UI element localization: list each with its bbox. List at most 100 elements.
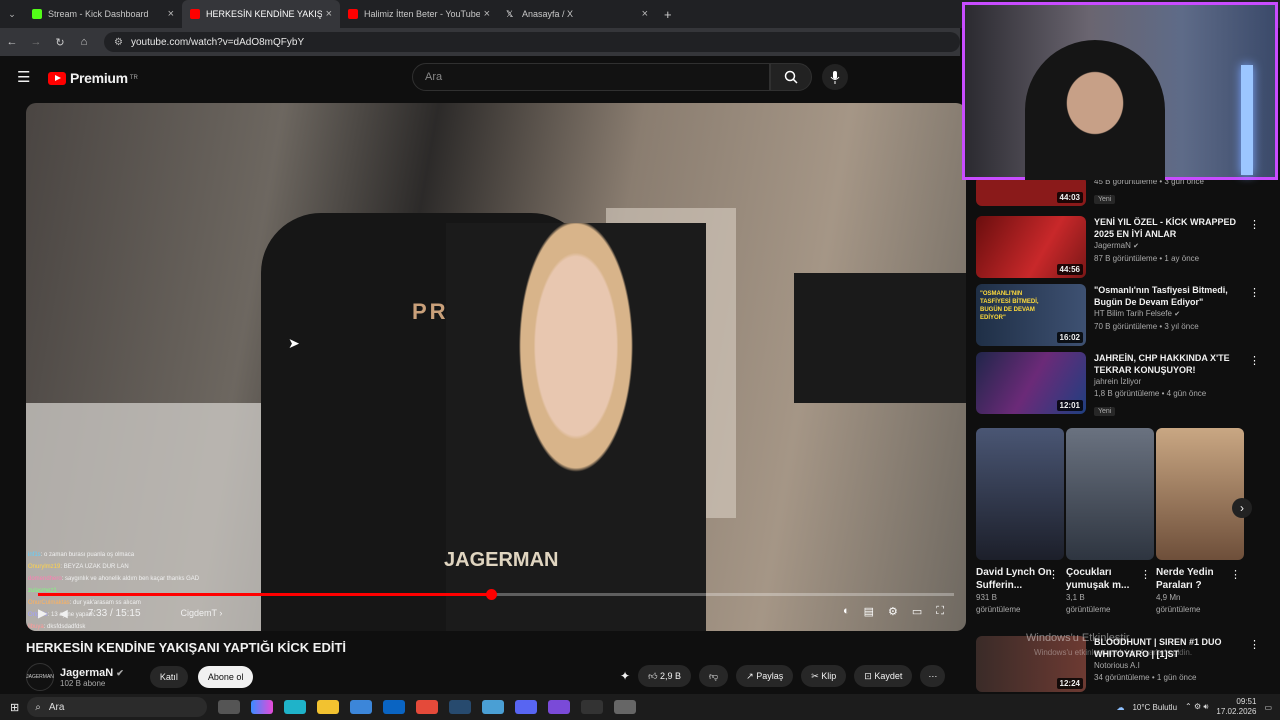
- channel-name[interactable]: JagermaN ✔: [60, 667, 124, 679]
- short-views: 4,9 Mn: [1156, 593, 1181, 602]
- weather-text[interactable]: 10°C Bulutlu: [1132, 703, 1177, 712]
- site-info-icon[interactable]: ⚙: [114, 37, 123, 48]
- clock[interactable]: 09:51 17.02.2026: [1216, 697, 1256, 717]
- video-progress-bar[interactable]: [38, 589, 954, 600]
- edge-icon[interactable]: [284, 700, 307, 714]
- video-thumbnail[interactable]: 44:03: [976, 176, 1086, 206]
- more-options-icon[interactable]: ⋮: [1249, 286, 1260, 299]
- video-thumbnail[interactable]: 12:01: [976, 352, 1086, 414]
- dislike-button[interactable]: 👎︎: [699, 665, 729, 687]
- app-icon[interactable]: [548, 700, 571, 714]
- chapter-button[interactable]: CigdemT ›: [181, 608, 223, 618]
- app-icon[interactable]: [614, 700, 637, 714]
- tv-scene: [794, 273, 966, 403]
- subtitles-icon[interactable]: ▤: [864, 605, 874, 618]
- shorts-shelf: David Lynch On Sufferin... 931 B görüntü…: [976, 428, 1246, 628]
- youtube-premium-logo[interactable]: Premium TR: [48, 70, 138, 86]
- channel-name: jahrein İzliyor: [1094, 377, 1142, 386]
- close-icon[interactable]: ×: [642, 8, 648, 20]
- copilot-icon[interactable]: [251, 700, 274, 714]
- short-thumbnail[interactable]: [1156, 428, 1244, 560]
- tab-x-home[interactable]: 𝕏 Anasayfa / X ×: [498, 0, 656, 28]
- search-button[interactable]: [770, 63, 812, 91]
- play-icon[interactable]: ▶: [38, 606, 47, 620]
- share-button[interactable]: ↗ Paylaş: [736, 665, 794, 687]
- more-options-icon[interactable]: ⋮: [1249, 638, 1260, 651]
- chrome-icon[interactable]: [416, 700, 439, 714]
- more-actions-button[interactable]: ⋯: [920, 665, 946, 687]
- address-bar: ← → ↻ ⌂ ⚙ youtube.com/watch?v=dAdO8mQFyb…: [0, 28, 960, 56]
- video-thumbnail[interactable]: 44:56: [976, 216, 1086, 278]
- more-options-icon[interactable]: ⋮: [1249, 354, 1260, 367]
- progress-scrubber[interactable]: [485, 589, 497, 600]
- time-display: 7:33 / 15:15: [87, 607, 141, 619]
- recommendation-item[interactable]: 12:01 JAHREİN, CHP HAKKINDA X'TE TEKRAR …: [976, 352, 1266, 420]
- url-field[interactable]: ⚙ youtube.com/watch?v=dAdO8mQFybY: [104, 32, 960, 52]
- reload-icon[interactable]: ↻: [48, 36, 72, 49]
- dislike-icon: 👎︎: [709, 670, 719, 681]
- voice-search-button[interactable]: [822, 64, 848, 90]
- short-thumbnail[interactable]: [976, 428, 1064, 560]
- theater-mode-icon[interactable]: ▭: [912, 605, 922, 618]
- tab-youtube-video[interactable]: HERKESİN KENDİNE YAKIŞANI ×: [182, 0, 340, 28]
- more-options-icon[interactable]: ⋮: [1140, 568, 1151, 581]
- like-button[interactable]: 👍︎ 2,9 B: [638, 665, 691, 687]
- close-icon[interactable]: ×: [326, 8, 332, 20]
- tab-menu-icon[interactable]: ⌄: [0, 9, 24, 20]
- tab-youtube-halimiz[interactable]: Halimiz İtten Beter - YouTube ×: [340, 0, 498, 28]
- hamburger-menu-icon[interactable]: ☰: [17, 68, 30, 86]
- obs-icon[interactable]: [581, 700, 604, 714]
- discord-icon[interactable]: [515, 700, 538, 714]
- home-icon[interactable]: ⌂: [72, 36, 96, 48]
- microphone-icon: [830, 70, 840, 84]
- recommendation-item[interactable]: 44:03 45 B görüntüleme • 3 gün önce Yeni: [976, 176, 1266, 216]
- new-tab-icon[interactable]: +: [664, 7, 672, 22]
- back-icon[interactable]: ←: [0, 36, 24, 48]
- subscribe-button[interactable]: Abone ol: [197, 666, 254, 688]
- short-thumbnail[interactable]: [1066, 428, 1154, 560]
- video-thumbnail[interactable]: 12:24: [976, 636, 1086, 692]
- steam-icon[interactable]: [449, 700, 472, 714]
- video-meta: 70 B görüntüleme • 3 yıl önce: [1094, 322, 1199, 331]
- recommendation-item[interactable]: 44:56 YENİ YIL ÖZEL - KİCK WRAPPED 2025 …: [976, 216, 1266, 284]
- app-icon[interactable]: [482, 700, 505, 714]
- right-controls: ◐ ▤ ⚙ ▭ ⛶: [843, 605, 944, 618]
- search-input[interactable]: Ara: [412, 63, 770, 91]
- shorts-next-arrow-icon[interactable]: ›: [1232, 498, 1252, 518]
- join-button[interactable]: Katıl: [149, 666, 188, 688]
- kick-favicon-icon: [32, 9, 42, 19]
- taskbar-search[interactable]: ⌕ Ara: [27, 697, 208, 717]
- tab-kick-dashboard[interactable]: Stream - Kick Dashboard ×: [24, 0, 182, 28]
- player-controls: ▶ ◀ 7:33 / 15:15 CigdemT › ◐ ▤ ⚙ ▭ ⛶: [38, 601, 954, 625]
- fullscreen-icon[interactable]: ⛶: [936, 605, 944, 618]
- clip-button[interactable]: ✂ Klip: [801, 665, 847, 687]
- channel-avatar[interactable]: JAGERMAN: [26, 663, 54, 691]
- outlook-icon[interactable]: [383, 700, 406, 714]
- weather-icon[interactable]: ☁: [1116, 703, 1124, 712]
- more-options-icon[interactable]: ⋮: [1249, 218, 1260, 231]
- recommendation-item[interactable]: "OSMANLI'NIN TASFİYESİ BİTMEDİ, BUGÜN DE…: [976, 284, 1266, 352]
- forward-icon[interactable]: →: [24, 36, 48, 48]
- close-icon[interactable]: ×: [168, 8, 174, 20]
- video-thumbnail[interactable]: "OSMANLI'NIN TASFİYESİ BİTMEDİ, BUGÜN DE…: [976, 284, 1086, 346]
- kick-sparkle-icon[interactable]: ✦: [620, 669, 630, 687]
- notification-icon[interactable]: ▭: [1264, 703, 1272, 712]
- file-explorer-icon[interactable]: [317, 700, 340, 714]
- tray-icons[interactable]: ⌃ ⚙ 🔊︎: [1185, 702, 1208, 712]
- video-player[interactable]: PRIME JAGERMAN inf1s: o zaman burası pua…: [26, 103, 966, 631]
- video-meta: 87 B görüntüleme • 1 ay önce: [1094, 254, 1200, 263]
- recommendations-list: 44:03 45 B görüntüleme • 3 gün önce Yeni…: [976, 176, 1266, 420]
- more-options-icon[interactable]: ⋮: [1230, 568, 1241, 581]
- video-meta: 34 görüntüleme • 1 gün önce: [1094, 673, 1197, 682]
- volume-icon[interactable]: ◀: [59, 607, 67, 620]
- settings-icon[interactable]: ⚙: [888, 605, 898, 618]
- task-view-icon[interactable]: [218, 700, 241, 714]
- more-options-icon[interactable]: ⋮: [1048, 568, 1059, 581]
- windows-start-icon[interactable]: ⊞: [10, 701, 19, 714]
- save-button[interactable]: ⊡ Kaydet: [854, 665, 913, 687]
- autoplay-toggle-icon[interactable]: ◐: [843, 605, 850, 618]
- mouse-cursor-icon: ➤: [288, 335, 300, 351]
- store-icon[interactable]: [350, 700, 373, 714]
- channel-name: HT Bilim Tarih Felsefe ✔: [1094, 309, 1181, 318]
- close-icon[interactable]: ×: [484, 8, 490, 20]
